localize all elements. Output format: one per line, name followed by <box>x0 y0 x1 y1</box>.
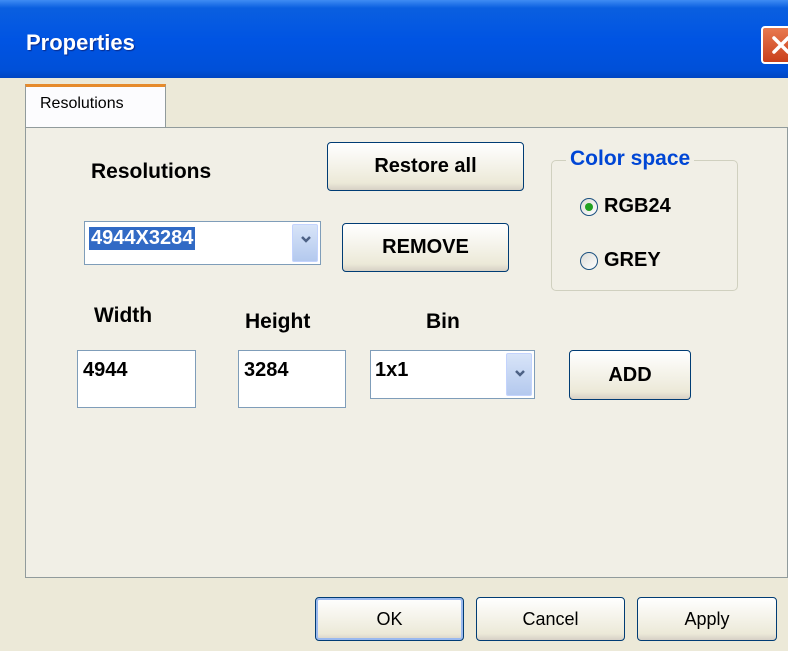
remove-button[interactable]: REMOVE <box>342 223 509 272</box>
height-label: Height <box>245 310 311 333</box>
resolution-dropdown-button[interactable] <box>292 224 318 262</box>
ok-label: OK <box>376 608 403 629</box>
radio-grey-label[interactable]: GREY <box>604 249 661 272</box>
cancel-label: Cancel <box>522 608 579 629</box>
radio-grey[interactable] <box>580 252 598 270</box>
close-icon <box>772 36 788 54</box>
bin-dropdown-button[interactable] <box>506 353 532 396</box>
radio-rgb24-label[interactable]: RGB24 <box>604 195 671 218</box>
width-label: Width <box>94 304 153 327</box>
resolutions-label: Resolutions <box>91 160 212 183</box>
window-title: Properties <box>26 30 135 55</box>
close-button[interactable] <box>761 26 788 64</box>
width-input[interactable]: 4944 <box>77 350 196 408</box>
radio-checked-dot <box>585 203 593 211</box>
add-label: ADD <box>608 363 652 386</box>
chevron-down-icon <box>515 370 525 377</box>
resolution-select[interactable]: 4944X3284 <box>84 221 321 265</box>
remove-label: REMOVE <box>382 236 469 258</box>
radio-rgb24[interactable] <box>580 198 598 216</box>
chevron-down-icon <box>301 236 311 243</box>
tab-label: Resolutions <box>40 95 124 112</box>
resolution-selected-value: 4944X3284 <box>89 227 196 250</box>
apply-label: Apply <box>684 608 730 629</box>
restore-all-label: Restore all <box>374 155 477 177</box>
height-input[interactable]: 3284 <box>238 350 346 408</box>
add-button[interactable]: ADD <box>569 350 691 400</box>
ok-button[interactable]: OK <box>315 597 464 641</box>
bin-select[interactable]: 1x1 <box>370 350 535 399</box>
bin-selected-value: 1x1 <box>375 359 409 381</box>
color-space-legend: Color space <box>566 147 695 171</box>
tab-resolutions[interactable]: Resolutions <box>25 84 166 128</box>
apply-button[interactable]: Apply <box>637 597 777 641</box>
restore-all-button[interactable]: Restore all <box>327 142 524 191</box>
cancel-button[interactable]: Cancel <box>476 597 625 641</box>
title-bar[interactable]: Properties <box>0 0 788 78</box>
bin-label: Bin <box>426 310 460 333</box>
